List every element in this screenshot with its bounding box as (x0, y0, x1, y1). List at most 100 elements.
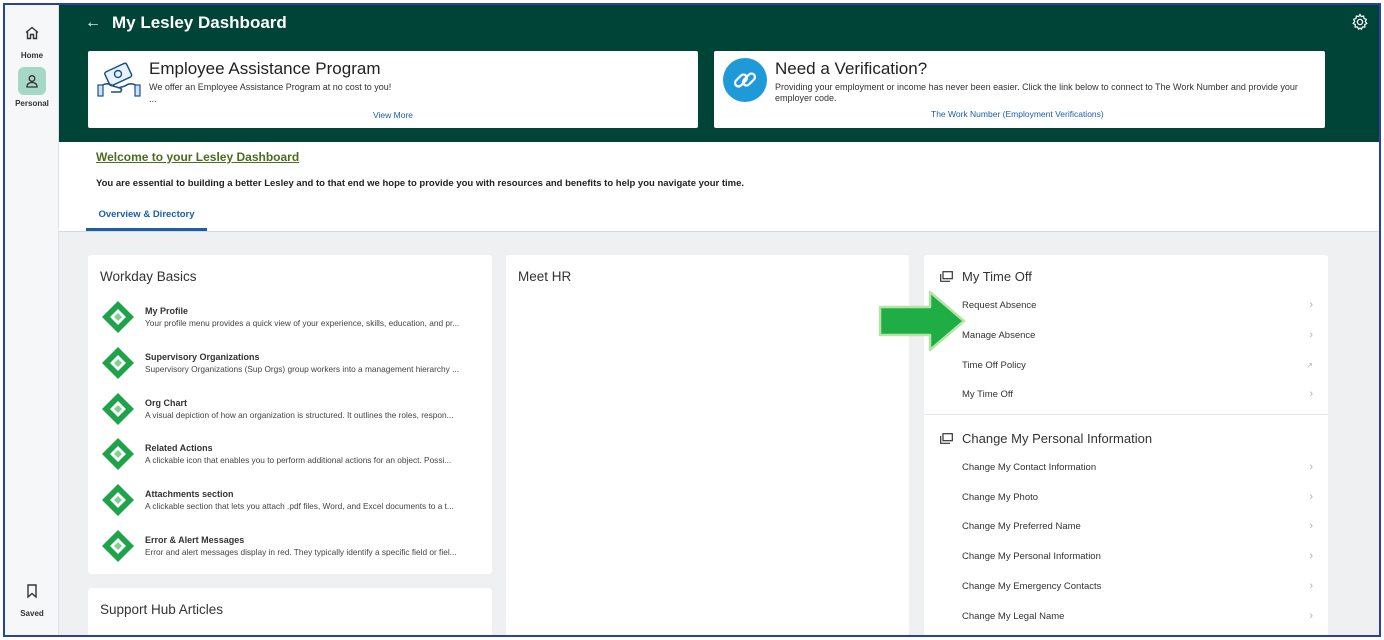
rail-home-label: Home (20, 51, 44, 60)
personal-info-title: Change My Personal Information (962, 431, 1153, 446)
basics-item-supervisory-orgs[interactable]: Supervisory Organizations Supervisory Or… (101, 346, 481, 384)
person-icon (18, 67, 46, 95)
page-title: My Lesley Dashboard (112, 13, 287, 32)
basics-item-attachments[interactable]: Attachments section A clickable section … (101, 483, 481, 521)
my-time-off-title: My Time Off (962, 269, 1032, 284)
personal-item-personal-info[interactable]: Change My Personal Information › (962, 550, 1316, 569)
chevron-right-icon: › (1309, 550, 1313, 562)
tab-overview-directory[interactable]: Overview & Directory (86, 204, 207, 231)
chevron-right-icon: › (1309, 329, 1313, 341)
rail-saved-label: Saved (20, 609, 44, 618)
time-off-item-my-time-off[interactable]: My Time Off › (962, 388, 1316, 407)
green-arrow-annotation (878, 290, 968, 352)
welcome-text: You are essential to building a better L… (96, 178, 745, 189)
workday-diamond-icon (101, 437, 135, 471)
work-number-link[interactable]: The Work Number (Employment Verification… (931, 109, 1104, 119)
chevron-right-icon: › (1309, 610, 1313, 622)
personal-item-contact[interactable]: Change My Contact Information › (962, 461, 1316, 480)
rail-home[interactable]: Home (5, 19, 59, 60)
chevron-right-icon: › (1309, 491, 1313, 503)
workday-diamond-icon (101, 483, 135, 517)
workday-diamond-icon (101, 529, 135, 563)
time-off-item-request-absence[interactable]: Request Absence › (962, 299, 1316, 318)
basics-item-name: Related Actions (145, 443, 213, 453)
personal-item-label: Change My Photo (962, 492, 1039, 503)
bookmark-icon (18, 577, 46, 605)
personal-item-label: Change My Contact Information (962, 462, 1097, 473)
workday-diamond-icon (101, 300, 135, 334)
basics-item-my-profile[interactable]: My Profile Your profile menu provides a … (101, 300, 481, 338)
basics-item-name: Error & Alert Messages (145, 535, 245, 545)
time-off-item-policy[interactable]: Time Off Policy ↗ (962, 360, 1316, 378)
left-rail: Home Personal Saved (5, 5, 59, 635)
app-frame: Home Personal Saved ← My Lesley Dashboar… (3, 3, 1381, 637)
worklet-icon (940, 432, 953, 444)
eap-title: Employee Assistance Program (149, 59, 381, 78)
rail-personal[interactable]: Personal (5, 67, 59, 108)
chevron-right-icon: › (1309, 520, 1313, 532)
basics-item-name: Attachments section (145, 489, 234, 499)
eap-view-more-link[interactable]: View More (373, 110, 413, 120)
basics-item-desc: Your profile menu provides a quick view … (145, 318, 460, 328)
basics-item-desc: A clickable icon that enables you to per… (145, 455, 452, 465)
external-link-icon: ↗ (1306, 361, 1313, 370)
verification-description: Providing your employment or income has … (775, 82, 1298, 103)
personal-item-photo[interactable]: Change My Photo › (962, 491, 1316, 510)
time-off-panel: My Time Off Request Absence › Manage Abse… (924, 255, 1328, 635)
basics-item-org-chart[interactable]: Org Chart A visual depiction of how an o… (101, 392, 481, 430)
money-hands-icon (96, 57, 142, 103)
verification-card: Need a Verification? Providing your empl… (714, 51, 1325, 128)
personal-item-label: Change My Emergency Contacts (962, 581, 1102, 592)
tab-divider (59, 231, 1379, 232)
chevron-right-icon: › (1309, 580, 1313, 592)
eap-ellipsis: ... (149, 94, 157, 104)
basics-item-error-alert[interactable]: Error & Alert Messages Error and alert m… (101, 529, 481, 567)
link-chain-icon (722, 57, 768, 103)
chevron-right-icon: › (1309, 461, 1313, 473)
workday-diamond-icon (101, 392, 135, 426)
chevron-right-icon: › (1309, 299, 1313, 311)
workday-basics-title: Workday Basics (100, 269, 197, 284)
eap-description: We offer an Employee Assistance Program … (149, 82, 392, 92)
basics-item-related-actions[interactable]: Related Actions A clickable icon that en… (101, 437, 481, 475)
basics-item-name: My Profile (145, 306, 189, 316)
basics-item-name: Supervisory Organizations (145, 352, 260, 362)
rail-personal-label: Personal (15, 99, 49, 108)
meet-hr-title: Meet HR (518, 269, 572, 284)
time-off-item-label: Time Off Policy (962, 360, 1026, 371)
workday-diamond-icon (101, 346, 135, 380)
time-off-item-label: Manage Absence (962, 330, 1036, 341)
basics-item-desc: Supervisory Organizations (Sup Orgs) gro… (145, 364, 460, 374)
my-time-off-heading: My Time Off (940, 269, 1032, 284)
personal-item-legal-name[interactable]: Change My Legal Name › (962, 610, 1316, 629)
eap-card: Employee Assistance Program We offer an … (88, 51, 698, 128)
rail-saved[interactable]: Saved (5, 577, 59, 618)
back-arrow-icon[interactable]: ← (85, 14, 101, 32)
personal-item-label: Change My Preferred Name (962, 521, 1081, 532)
section-divider (924, 414, 1328, 415)
meet-hr-panel: Meet HR (506, 255, 909, 635)
personal-info-heading: Change My Personal Information (940, 431, 1152, 446)
personal-item-label: Change My Legal Name (962, 611, 1065, 622)
chevron-right-icon: › (1309, 388, 1313, 400)
personal-item-label: Change My Personal Information (962, 551, 1101, 562)
basics-item-desc: A visual depiction of how an organizatio… (145, 410, 454, 420)
time-off-item-manage-absence[interactable]: Manage Absence › (962, 329, 1316, 348)
settings-gear-icon[interactable] (1351, 13, 1369, 31)
home-icon (18, 19, 46, 47)
basics-item-desc: Error and alert messages display in red.… (145, 547, 457, 557)
basics-item-desc: A clickable section that lets you attach… (145, 501, 454, 511)
welcome-title-link[interactable]: Welcome to your Lesley Dashboard (96, 150, 299, 164)
personal-item-preferred-name[interactable]: Change My Preferred Name › (962, 520, 1316, 539)
basics-item-name: Org Chart (145, 398, 188, 408)
time-off-item-label: Request Absence (962, 300, 1037, 311)
support-hub-title: Support Hub Articles (100, 602, 224, 617)
personal-item-emergency-contacts[interactable]: Change My Emergency Contacts › (962, 580, 1316, 599)
time-off-item-label: My Time Off (962, 389, 1014, 400)
welcome-section: Welcome to your Lesley Dashboard You are… (59, 142, 1379, 232)
support-hub-panel: Support Hub Articles (88, 588, 492, 635)
dashboard-header: ← My Lesley Dashboard Employee Assistanc… (59, 5, 1379, 142)
verification-title: Need a Verification? (775, 59, 928, 78)
worklet-icon (940, 270, 953, 282)
workday-basics-panel: Workday Basics My Profile Your profile m… (88, 255, 492, 574)
